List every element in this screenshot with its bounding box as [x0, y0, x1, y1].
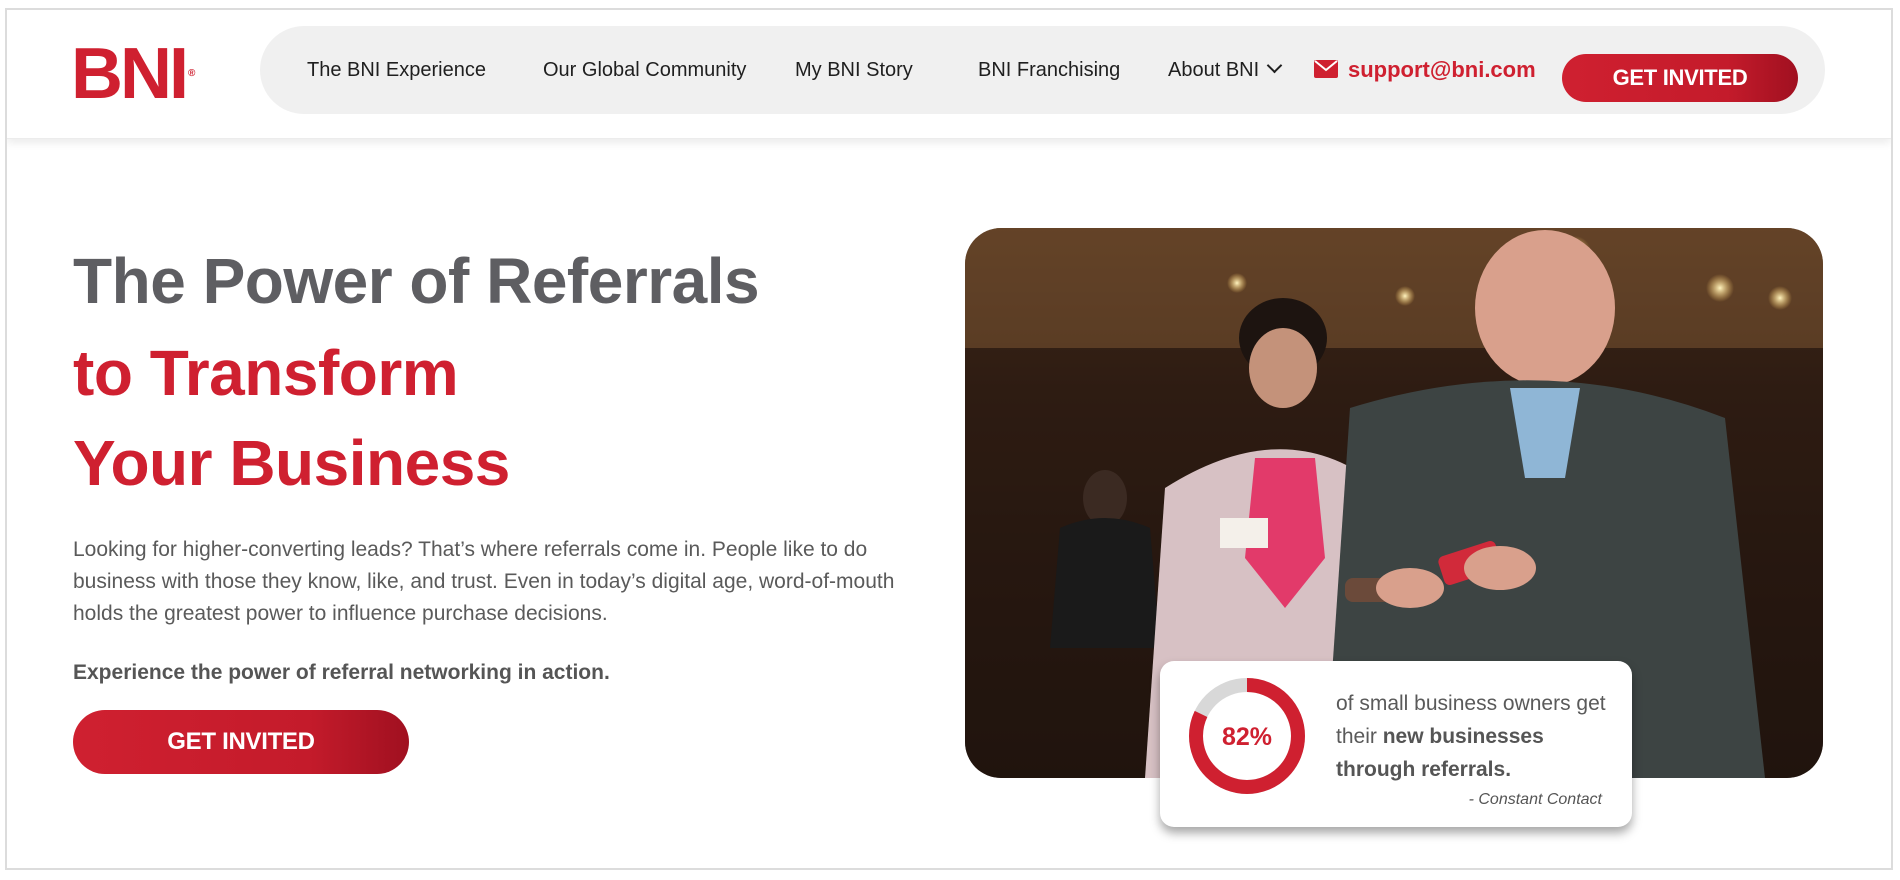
hero-paragraph: Looking for higher-converting leads? Tha…: [73, 538, 895, 625]
about-bni-label: About BNI: [1168, 59, 1260, 81]
site-header: BNI ® The BNI Experience Our Global Commu…: [7, 10, 1891, 139]
page-frame: BNI ® The BNI Experience Our Global Commu…: [5, 8, 1893, 870]
hero-title-line-3: Your Business: [73, 427, 510, 499]
donut-percent-label: 82%: [1222, 723, 1272, 751]
envelope-icon: [1314, 60, 1338, 79]
nav-item-global-community[interactable]: Our Global Community: [543, 26, 746, 114]
stat-description: of small business owners get their new b…: [1336, 687, 1616, 786]
nav-item-about-bni[interactable]: About BNI: [1168, 26, 1283, 114]
support-email-link[interactable]: support@bni.com: [1314, 26, 1536, 114]
support-email-text: support@bni.com: [1348, 57, 1536, 82]
nav-item-bni-experience[interactable]: The BNI Experience: [307, 26, 486, 114]
header-get-invited-button[interactable]: GET INVITED: [1562, 54, 1798, 102]
nav-item-franchising[interactable]: BNI Franchising: [978, 26, 1120, 114]
stat-donut-chart: 82%: [1189, 678, 1305, 794]
stat-card: 82% of small business owners get their n…: [1160, 661, 1632, 827]
hero-title-line-1: The Power of Referrals: [73, 245, 760, 317]
registered-mark: ®: [188, 68, 196, 79]
nav-item-my-bni-story[interactable]: My BNI Story: [795, 26, 913, 114]
nav-bar: The BNI Experience Our Global Community …: [260, 26, 1825, 114]
bni-logo[interactable]: BNI ®: [71, 38, 196, 110]
stat-source: - Constant Contact: [1468, 791, 1602, 808]
hero-get-invited-button[interactable]: GET INVITED: [73, 710, 409, 774]
hero-title-line-2: to Transform: [73, 337, 459, 409]
chevron-down-icon: [1266, 57, 1283, 74]
hero-emphasis: Experience the power of referral network…: [73, 661, 610, 684]
